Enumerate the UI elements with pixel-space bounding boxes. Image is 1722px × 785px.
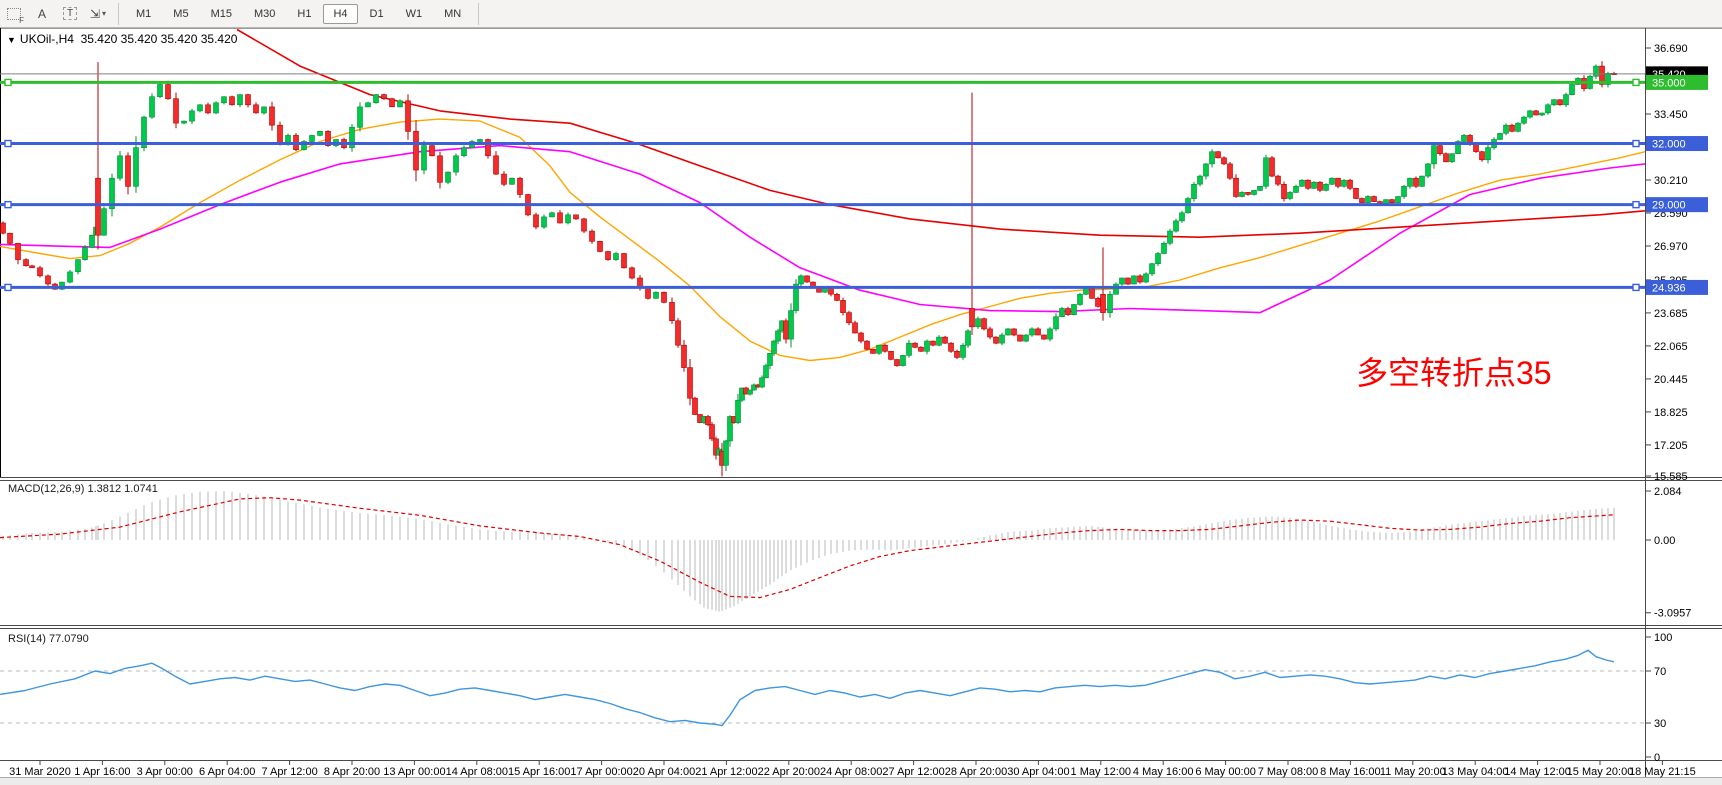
line-drag-handle bbox=[5, 79, 11, 85]
macd-tick-label: 2.084 bbox=[1654, 486, 1682, 498]
time-tick-label: 18 May 21:15 bbox=[1629, 766, 1696, 778]
time-tick-label: 13 Apr 00:00 bbox=[383, 766, 445, 778]
price-tick-label: 17.205 bbox=[1654, 440, 1688, 452]
time-tick-label: 22 Apr 20:00 bbox=[758, 766, 820, 778]
macd-indicator-label: MACD(12,26,9) 1.3812 1.0741 bbox=[8, 483, 158, 495]
time-tick-label: 6 May 00:00 bbox=[1195, 766, 1256, 778]
price-badge-label: 32.000 bbox=[1652, 139, 1686, 151]
bottom-scroll-strip bbox=[0, 777, 1722, 785]
timeframe-button-w1[interactable]: W1 bbox=[396, 4, 433, 24]
rsi-line bbox=[0, 650, 1614, 725]
chart-annotation-text: 多空转折点35 bbox=[1356, 348, 1552, 394]
time-tick-label: 15 May 20:00 bbox=[1567, 766, 1634, 778]
candlestick-series bbox=[1, 61, 1617, 476]
time-tick-label: 20 Apr 04:00 bbox=[633, 766, 695, 778]
toolbar-separator bbox=[118, 3, 119, 25]
arrows-tool-icon[interactable]: ⇲▾ bbox=[85, 3, 111, 25]
line-drag-handle bbox=[5, 284, 11, 290]
line-drag-handle bbox=[1633, 79, 1639, 85]
time-tick-label: 8 May 16:00 bbox=[1320, 766, 1381, 778]
price-tick-label: 33.450 bbox=[1654, 109, 1688, 121]
price-tick-label: 22.065 bbox=[1654, 341, 1688, 353]
time-tick-label: 21 Apr 12:00 bbox=[695, 766, 757, 778]
price-tick-label: 20.445 bbox=[1654, 374, 1688, 386]
collapse-triangle-icon[interactable]: ▼ bbox=[7, 35, 16, 45]
timeframe-group: M1M5M15M30H1H4D1W1MN bbox=[125, 4, 472, 24]
toolbar-separator bbox=[478, 3, 479, 25]
rsi-indicator-label: RSI(14) 77.0790 bbox=[8, 633, 89, 645]
time-tick-label: 1 May 12:00 bbox=[1071, 766, 1132, 778]
line-drag-handle bbox=[5, 202, 11, 208]
time-tick-label: 28 Apr 20:00 bbox=[945, 766, 1007, 778]
time-tick-label: 8 Apr 20:00 bbox=[324, 766, 380, 778]
price-badge-label: 29.000 bbox=[1652, 200, 1686, 212]
line-drag-handle bbox=[5, 141, 11, 147]
line-drag-handle bbox=[1633, 284, 1639, 290]
timeframe-button-m1[interactable]: M1 bbox=[126, 4, 161, 24]
time-tick-label: 31 Mar 2020 bbox=[9, 766, 71, 778]
timeframe-button-h1[interactable]: H1 bbox=[287, 4, 321, 24]
rsi-tick-label: 0 bbox=[1654, 752, 1660, 764]
time-tick-label: 24 Apr 08:00 bbox=[820, 766, 882, 778]
time-tick-label: 27 Apr 12:00 bbox=[882, 766, 944, 778]
macd-tick-label: 0.00 bbox=[1654, 535, 1675, 547]
time-tick-label: 4 May 16:00 bbox=[1133, 766, 1194, 778]
time-tick-label: 7 May 08:00 bbox=[1258, 766, 1319, 778]
price-tick-label: 15.585 bbox=[1654, 471, 1688, 483]
time-tick-label: 17 Apr 00:00 bbox=[570, 766, 632, 778]
time-tick-label: 30 Apr 04:00 bbox=[1007, 766, 1069, 778]
price-tick-label: 30.210 bbox=[1654, 175, 1688, 187]
price-badge-label: 35.000 bbox=[1652, 77, 1686, 89]
time-tick-label: 7 Apr 12:00 bbox=[261, 766, 317, 778]
timeframe-button-mn[interactable]: MN bbox=[434, 4, 471, 24]
time-tick-label: 13 May 04:00 bbox=[1442, 766, 1509, 778]
text-box-icon[interactable]: T bbox=[57, 3, 83, 25]
price-tick-label: 36.690 bbox=[1654, 43, 1688, 55]
time-tick-label: 3 Apr 00:00 bbox=[137, 766, 193, 778]
line-drag-handle bbox=[1633, 202, 1639, 208]
chart-grid-f-icon[interactable] bbox=[1, 3, 27, 25]
mt4-window: A T ⇲▾ M1M5M15M30H1H4D1W1MN ▼ UKOil-,H4 3… bbox=[0, 0, 1722, 785]
timeframe-button-d1[interactable]: D1 bbox=[360, 4, 394, 24]
symbol-header: ▼ UKOil-,H4 35.420 35.420 35.420 35.420 bbox=[7, 32, 237, 46]
timeframe-button-m5[interactable]: M5 bbox=[163, 4, 198, 24]
symbol-quotes: 35.420 35.420 35.420 35.420 bbox=[81, 32, 238, 46]
price-tick-label: 23.685 bbox=[1654, 308, 1688, 320]
timeframe-button-h4[interactable]: H4 bbox=[323, 4, 357, 24]
time-tick-label: 1 Apr 16:00 bbox=[74, 766, 130, 778]
time-tick-label: 14 May 12:00 bbox=[1504, 766, 1571, 778]
price-tick-label: 18.825 bbox=[1654, 407, 1688, 419]
time-tick-label: 15 Apr 16:00 bbox=[508, 766, 570, 778]
toolbar: A T ⇲▾ M1M5M15M30H1H4D1W1MN bbox=[0, 0, 1722, 28]
time-tick-label: 11 May 20:00 bbox=[1380, 766, 1446, 778]
macd-tick-label: -3.0957 bbox=[1654, 608, 1691, 620]
rsi-tick-label: 30 bbox=[1654, 718, 1666, 730]
text-annotation-icon[interactable]: A bbox=[29, 3, 55, 25]
rsi-tick-label: 70 bbox=[1654, 666, 1666, 678]
timeframe-button-m15[interactable]: M15 bbox=[201, 4, 242, 24]
time-tick-label: 6 Apr 04:00 bbox=[199, 766, 255, 778]
ma-orange-line bbox=[0, 119, 1645, 360]
price-tick-label: 26.970 bbox=[1654, 241, 1688, 253]
rsi-tick-label: 100 bbox=[1654, 632, 1672, 644]
time-tick-label: 14 Apr 08:00 bbox=[446, 766, 508, 778]
symbol-name: UKOil-,H4 bbox=[20, 32, 74, 46]
line-drag-handle bbox=[1633, 141, 1639, 147]
timeframe-button-m30[interactable]: M30 bbox=[244, 4, 285, 24]
price-badge-label: 24.936 bbox=[1652, 282, 1686, 294]
chevron-down-icon: ▾ bbox=[102, 9, 106, 18]
